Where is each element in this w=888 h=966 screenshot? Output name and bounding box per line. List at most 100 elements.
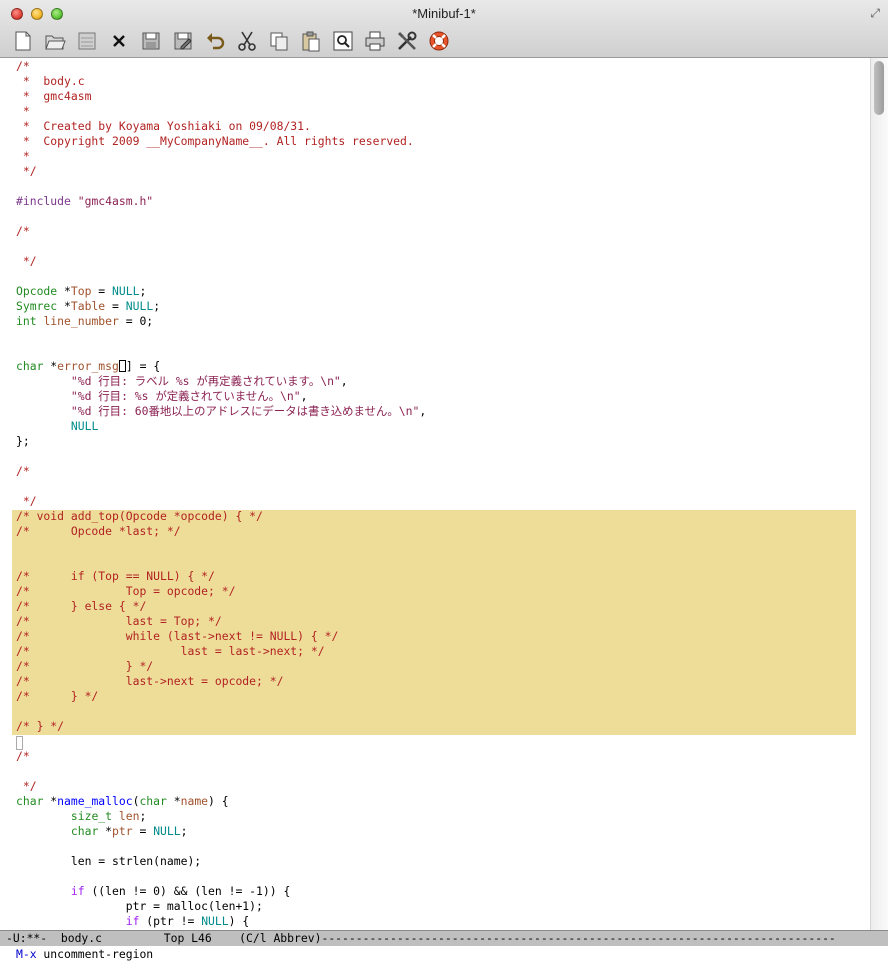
code-line[interactable] — [16, 329, 426, 344]
code-line[interactable]: size_t len; — [16, 809, 426, 824]
minibuffer-input[interactable]: uncomment-region — [37, 947, 153, 961]
code-line[interactable] — [16, 869, 426, 884]
code-token: /* last->next = opcode; */ — [16, 674, 284, 688]
code-line[interactable]: char *ptr = NULL; — [16, 824, 426, 839]
minibuffer[interactable]: M-x uncomment-region — [0, 946, 888, 966]
code-line[interactable]: */ — [16, 164, 426, 179]
save-as-icon[interactable] — [170, 28, 196, 54]
cut-icon[interactable] — [234, 28, 260, 54]
open-folder-icon[interactable] — [42, 28, 68, 54]
code-line[interactable] — [16, 839, 426, 854]
code-line[interactable]: /* void add_top(Opcode *opcode) { */ — [16, 509, 426, 524]
code-line[interactable]: /* last = last->next; */ — [16, 644, 426, 659]
code-line[interactable]: * — [16, 104, 426, 119]
search-icon[interactable] — [330, 28, 356, 54]
code-line[interactable]: /* — [16, 749, 426, 764]
title-bar[interactable]: *Minibuf-1* ⤢ — [0, 0, 888, 58]
code-token: ; — [180, 824, 188, 838]
code-line[interactable]: */ — [16, 254, 426, 269]
code-token: /* } */ — [16, 689, 99, 703]
code-text[interactable]: /* * body.c * gmc4asm * * Created by Koy… — [16, 59, 426, 929]
code-line[interactable] — [16, 449, 426, 464]
code-token: /* — [16, 464, 30, 478]
code-line[interactable]: * Copyright 2009 __MyCompanyName__. All … — [16, 134, 426, 149]
close-buffer-icon[interactable] — [106, 28, 132, 54]
code-line[interactable] — [16, 554, 426, 569]
code-line[interactable]: * Created by Koyama Yoshiaki on 09/08/31… — [16, 119, 426, 134]
code-line[interactable]: NULL — [16, 419, 426, 434]
code-line[interactable]: }; — [16, 434, 426, 449]
code-line[interactable]: /* } */ — [16, 689, 426, 704]
code-line[interactable]: "%d 行目: ラベル %s が再定義されています。\n", — [16, 374, 426, 389]
code-token: = 0; — [118, 314, 154, 328]
scrollbar-thumb[interactable] — [874, 61, 884, 115]
code-line[interactable]: * — [16, 149, 426, 164]
code-line[interactable]: "%d 行目: %s が定義されていません。\n", — [16, 389, 426, 404]
code-token: Table — [70, 299, 106, 313]
code-token: ; — [139, 284, 147, 298]
code-line[interactable]: /* — [16, 464, 426, 479]
help-icon[interactable] — [426, 28, 452, 54]
new-file-icon[interactable] — [10, 28, 36, 54]
code-line[interactable]: Opcode *Top = NULL; — [16, 284, 426, 299]
code-line[interactable]: */ — [16, 494, 426, 509]
code-line[interactable] — [16, 239, 426, 254]
code-line[interactable]: /* last = Top; */ — [16, 614, 426, 629]
code-line[interactable]: /* } */ — [16, 719, 426, 734]
code-token: len = strlen(name); — [16, 854, 202, 868]
code-line[interactable] — [16, 479, 426, 494]
code-token: * — [57, 299, 71, 313]
undo-icon[interactable] — [202, 28, 228, 54]
save-icon[interactable] — [138, 28, 164, 54]
code-line[interactable] — [16, 539, 426, 554]
code-line[interactable]: /* — [16, 224, 426, 239]
code-token: = — [91, 284, 113, 298]
code-line[interactable] — [16, 179, 426, 194]
code-line[interactable]: Symrec *Table = NULL; — [16, 299, 426, 314]
code-token: * — [57, 284, 71, 298]
code-token: ) { — [228, 914, 250, 928]
code-line[interactable]: /* Opcode *last; */ — [16, 524, 426, 539]
code-token: /* } else { */ — [16, 599, 147, 613]
code-line[interactable]: * gmc4asm — [16, 89, 426, 104]
code-line[interactable] — [16, 344, 426, 359]
copy-icon[interactable] — [266, 28, 292, 54]
code-line[interactable]: if ((len != 0) && (len != -1)) { — [16, 884, 426, 899]
code-line[interactable]: /* — [16, 59, 426, 74]
fullscreen-icon[interactable]: ⤢ — [870, 6, 880, 21]
code-line[interactable] — [16, 764, 426, 779]
code-line[interactable]: /* if (Top == NULL) { */ — [16, 569, 426, 584]
code-line[interactable] — [16, 209, 426, 224]
code-line[interactable]: #include "gmc4asm.h" — [16, 194, 426, 209]
code-line[interactable]: char *error_msg] = { — [16, 359, 426, 374]
code-line[interactable]: if (ptr != NULL) { — [16, 914, 426, 929]
preferences-icon[interactable] — [394, 28, 420, 54]
code-line[interactable] — [16, 704, 426, 719]
code-line[interactable]: char *name_malloc(char *name) { — [16, 794, 426, 809]
mode-line: -U:**- body.c Top L46 (C/l Abbrev)------… — [0, 930, 888, 946]
editor-buffer[interactable]: /* * body.c * gmc4asm * * Created by Koy… — [0, 58, 870, 930]
code-line[interactable]: int line_number = 0; — [16, 314, 426, 329]
code-line[interactable]: ptr = malloc(len+1); — [16, 899, 426, 914]
code-line[interactable]: len = strlen(name); — [16, 854, 426, 869]
code-line[interactable]: /* } else { */ — [16, 599, 426, 614]
code-token: Symrec — [16, 299, 58, 313]
code-line[interactable]: /* Top = opcode; */ — [16, 584, 426, 599]
code-token: name — [180, 794, 209, 808]
print-icon[interactable] — [362, 28, 388, 54]
code-line[interactable]: "%d 行目: 60番地以上のアドレスにデータは書き込めません。\n", — [16, 404, 426, 419]
vertical-scrollbar[interactable] — [870, 58, 888, 930]
code-token: * — [16, 149, 30, 163]
code-token: len — [118, 809, 140, 823]
code-line[interactable]: /* } */ — [16, 659, 426, 674]
code-token: * Copyright 2009 __MyCompanyName__. All … — [16, 134, 414, 148]
paste-icon[interactable] — [298, 28, 324, 54]
code-line[interactable] — [16, 269, 426, 284]
code-line[interactable]: /* while (last->next != NULL) { */ — [16, 629, 426, 644]
code-line[interactable] — [16, 734, 426, 749]
code-line[interactable]: */ — [16, 779, 426, 794]
open-directory-icon[interactable] — [74, 28, 100, 54]
code-line[interactable]: /* last->next = opcode; */ — [16, 674, 426, 689]
code-line[interactable]: * body.c — [16, 74, 426, 89]
